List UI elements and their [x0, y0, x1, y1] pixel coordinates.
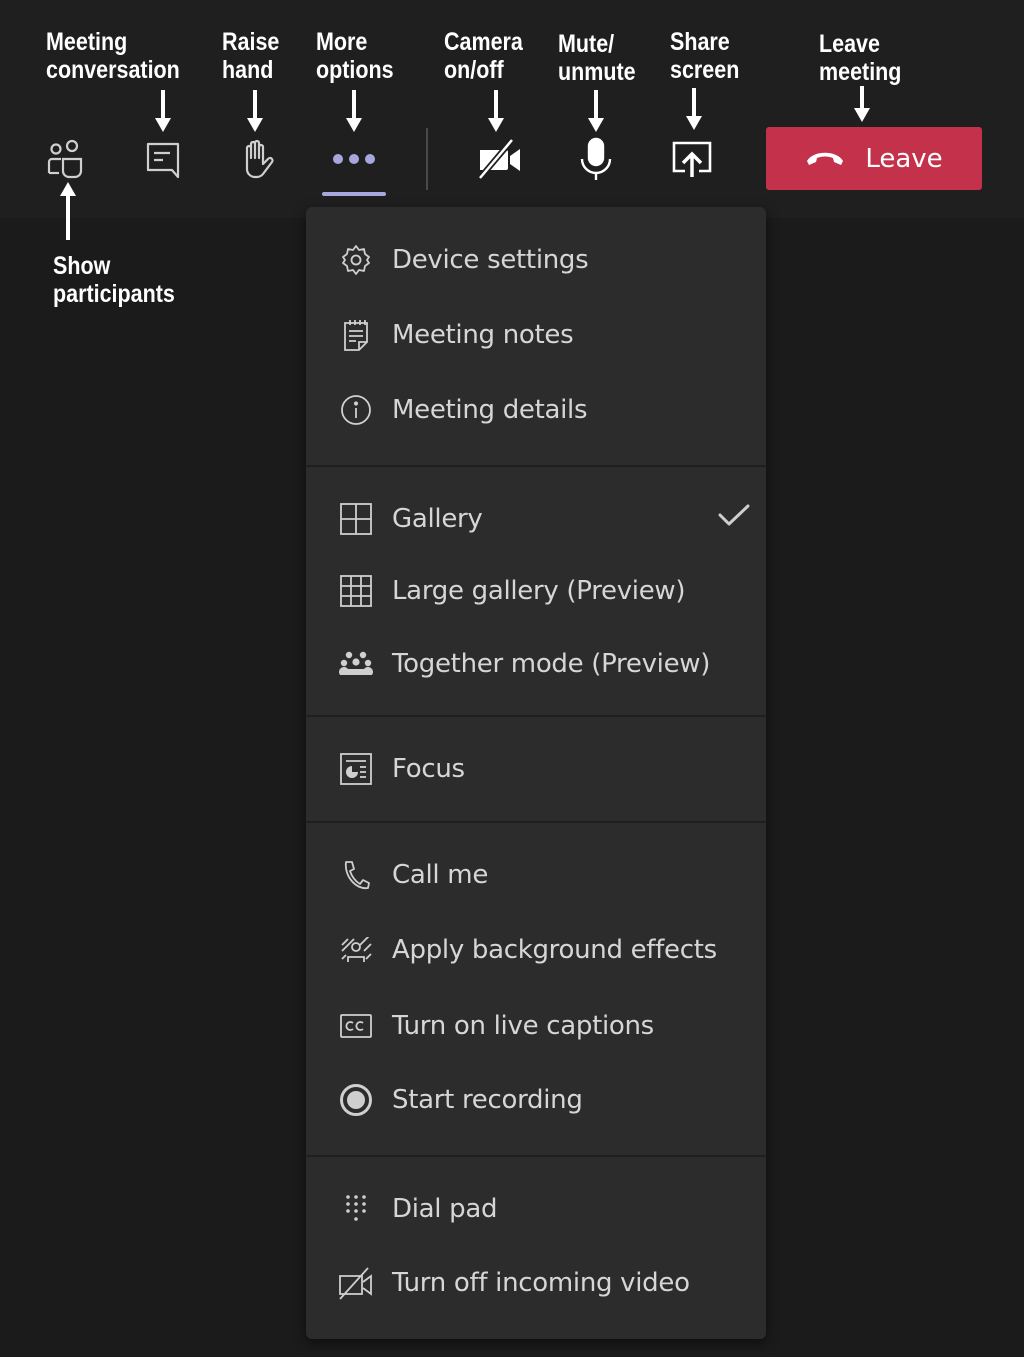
- meeting-conversation-button[interactable]: [137, 133, 189, 185]
- menu-item-background-effects[interactable]: Apply background effects: [306, 920, 766, 980]
- annotation-leave-meeting: Leave meeting: [819, 30, 902, 86]
- menu-item-label: Meeting details: [392, 395, 588, 425]
- menu-item-label: Device settings: [392, 245, 589, 275]
- menu-separator: [306, 465, 766, 467]
- menu-item-focus[interactable]: Focus: [306, 739, 766, 799]
- focus-icon: [338, 751, 374, 787]
- large-gallery-icon: [338, 573, 374, 609]
- meeting-toolbar: Meeting conversation Raise hand More opt…: [0, 0, 1024, 218]
- camera-off-icon: [478, 138, 520, 180]
- ellipsis-icon: [333, 154, 375, 164]
- dialpad-icon: [338, 1191, 374, 1227]
- menu-item-meeting-details[interactable]: Meeting details: [306, 380, 766, 440]
- hang-up-icon: [807, 152, 844, 165]
- record-icon: [338, 1082, 374, 1118]
- menu-item-together-mode[interactable]: Together mode (Preview): [306, 634, 766, 694]
- annotation-meeting-conversation: Meeting conversation: [46, 28, 180, 84]
- menu-item-label: Large gallery (Preview): [392, 576, 686, 606]
- menu-separator: [306, 715, 766, 717]
- annotation-more-options: More options: [316, 28, 394, 84]
- annotation-show-participants: Show participants: [53, 252, 175, 308]
- arrow-down-icon: [488, 90, 504, 132]
- annotation-camera: Camera on/off: [444, 28, 523, 84]
- background-effects-icon: [338, 932, 374, 968]
- together-mode-icon: [338, 646, 374, 682]
- phone-icon: [338, 857, 374, 893]
- captions-icon: [338, 1008, 374, 1044]
- mute-toggle-button[interactable]: [570, 133, 622, 185]
- share-screen-button[interactable]: [666, 133, 718, 185]
- arrow-down-icon: [854, 86, 870, 122]
- menu-item-large-gallery[interactable]: Large gallery (Preview): [306, 561, 766, 621]
- menu-item-label: Turn on live captions: [392, 1011, 654, 1041]
- toolbar-divider: [426, 128, 428, 190]
- annotation-share-screen: Share screen: [670, 28, 740, 84]
- annotation-raise-hand: Raise hand: [222, 28, 280, 84]
- menu-separator: [306, 1155, 766, 1157]
- raise-hand-button[interactable]: [231, 133, 283, 185]
- menu-item-turn-off-incoming-video[interactable]: Turn off incoming video: [306, 1253, 766, 1313]
- video-off-icon: [338, 1265, 374, 1301]
- menu-separator: [306, 821, 766, 823]
- menu-item-label: Focus: [392, 754, 465, 784]
- people-icon: [47, 139, 83, 179]
- menu-item-gallery[interactable]: Gallery: [306, 489, 766, 549]
- menu-item-label: Meeting notes: [392, 320, 574, 350]
- microphone-icon: [580, 137, 612, 180]
- arrow-down-icon: [588, 90, 604, 132]
- arrow-down-icon: [346, 90, 362, 132]
- active-tab-indicator: [322, 192, 386, 196]
- leave-label: Leave: [865, 143, 943, 174]
- more-options-menu: Device settings Meeting notes Meeting de…: [306, 207, 766, 1339]
- gear-icon: [338, 242, 374, 278]
- arrow-down-icon: [155, 90, 171, 132]
- leave-button[interactable]: Leave: [766, 127, 982, 190]
- camera-toggle-button[interactable]: [474, 133, 526, 185]
- info-icon: [338, 392, 374, 428]
- menu-item-call-me[interactable]: Call me: [306, 845, 766, 905]
- menu-item-live-captions[interactable]: Turn on live captions: [306, 996, 766, 1056]
- menu-item-label: Dial pad: [392, 1194, 498, 1224]
- gallery-icon: [338, 501, 374, 537]
- menu-item-label: Gallery: [392, 504, 483, 534]
- arrow-up-icon: [60, 182, 76, 240]
- menu-item-label: Start recording: [392, 1085, 583, 1115]
- menu-item-device-settings[interactable]: Device settings: [306, 230, 766, 290]
- menu-item-meeting-notes[interactable]: Meeting notes: [306, 305, 766, 365]
- annotation-mute: Mute/ unmute: [558, 30, 636, 86]
- notes-icon: [338, 317, 374, 353]
- menu-item-label: Call me: [392, 860, 489, 890]
- hand-icon: [245, 139, 274, 179]
- chat-icon: [146, 142, 180, 179]
- menu-item-label: Apply background effects: [392, 935, 717, 965]
- more-options-button[interactable]: [328, 133, 380, 185]
- checkmark-icon: [718, 503, 750, 531]
- arrow-down-icon: [247, 90, 263, 132]
- share-screen-icon: [672, 141, 712, 177]
- menu-item-label: Turn off incoming video: [392, 1268, 690, 1298]
- menu-item-start-recording[interactable]: Start recording: [306, 1070, 766, 1130]
- show-participants-button[interactable]: [39, 133, 91, 185]
- menu-item-dial-pad[interactable]: Dial pad: [306, 1179, 766, 1239]
- arrow-down-icon: [686, 88, 702, 130]
- menu-item-label: Together mode (Preview): [392, 649, 711, 679]
